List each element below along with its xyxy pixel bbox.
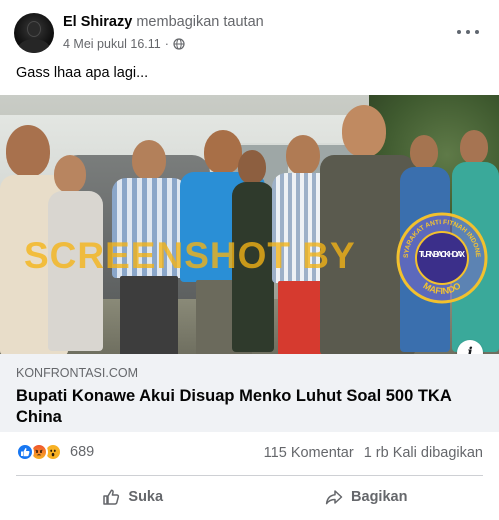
divider bbox=[16, 475, 483, 476]
share-arrow-icon bbox=[325, 490, 343, 505]
action-bar: Suka Bagikan bbox=[16, 478, 483, 516]
post-timestamp[interactable]: 4 Mei pukul 16.11 bbox=[63, 37, 161, 51]
link-preview-image[interactable]: SCREENSHOT BY MASYARAKAT ANTI FITNAH IND… bbox=[0, 95, 499, 354]
reaction-count: 689 bbox=[70, 444, 95, 460]
dot-icon bbox=[466, 30, 470, 34]
author-name[interactable]: El Shirazy bbox=[63, 14, 132, 30]
share-count-link[interactable]: 1 rb Kali dibagikan bbox=[364, 445, 483, 461]
link-domain: KONFRONTASI.COM bbox=[16, 366, 138, 380]
post-caption: Gass lhaa apa lagi... bbox=[16, 65, 149, 81]
post-header-line: El Shirazy membagikan tautan bbox=[63, 14, 264, 30]
engagement-stats: 115 Komentar 1 rb Kali dibagikan bbox=[264, 445, 483, 461]
reactions-summary[interactable]: 689 bbox=[16, 443, 94, 461]
seal-text-center: TURN BACK HOAX bbox=[419, 250, 466, 259]
thumbs-up-icon bbox=[103, 489, 120, 505]
post-card: El Shirazy membagikan tautan 4 Mei pukul… bbox=[0, 0, 499, 520]
avatar[interactable] bbox=[14, 13, 54, 53]
dot-icon bbox=[457, 30, 461, 34]
link-title: Bupati Konawe Akui Disuap Menko Luhut So… bbox=[16, 387, 452, 426]
avatar-head bbox=[27, 21, 41, 37]
share-button-label: Bagikan bbox=[351, 489, 408, 505]
turnbackhoax-seal: MASYARAKAT ANTI FITNAH INDONESIA MAFINDO… bbox=[396, 212, 488, 304]
post-meta: 4 Mei pukul 16.11 · bbox=[63, 37, 185, 51]
like-button[interactable]: Suka bbox=[16, 478, 250, 516]
globe-icon[interactable] bbox=[173, 38, 185, 50]
like-button-label: Suka bbox=[128, 489, 164, 505]
avatar-shoulders bbox=[18, 39, 50, 53]
dot-icon bbox=[475, 30, 479, 34]
more-options-button[interactable] bbox=[457, 22, 479, 42]
meta-separator: · bbox=[164, 37, 169, 51]
author-action: membagikan tautan bbox=[136, 14, 264, 30]
share-button[interactable]: Bagikan bbox=[250, 478, 484, 516]
comment-count-link[interactable]: 115 Komentar bbox=[264, 445, 354, 461]
like-icon bbox=[16, 443, 34, 461]
link-preview-info[interactable]: KONFRONTASI.COM Bupati Konawe Akui Disua… bbox=[0, 354, 499, 432]
image-watermark: SCREENSHOT BY bbox=[24, 235, 356, 276]
